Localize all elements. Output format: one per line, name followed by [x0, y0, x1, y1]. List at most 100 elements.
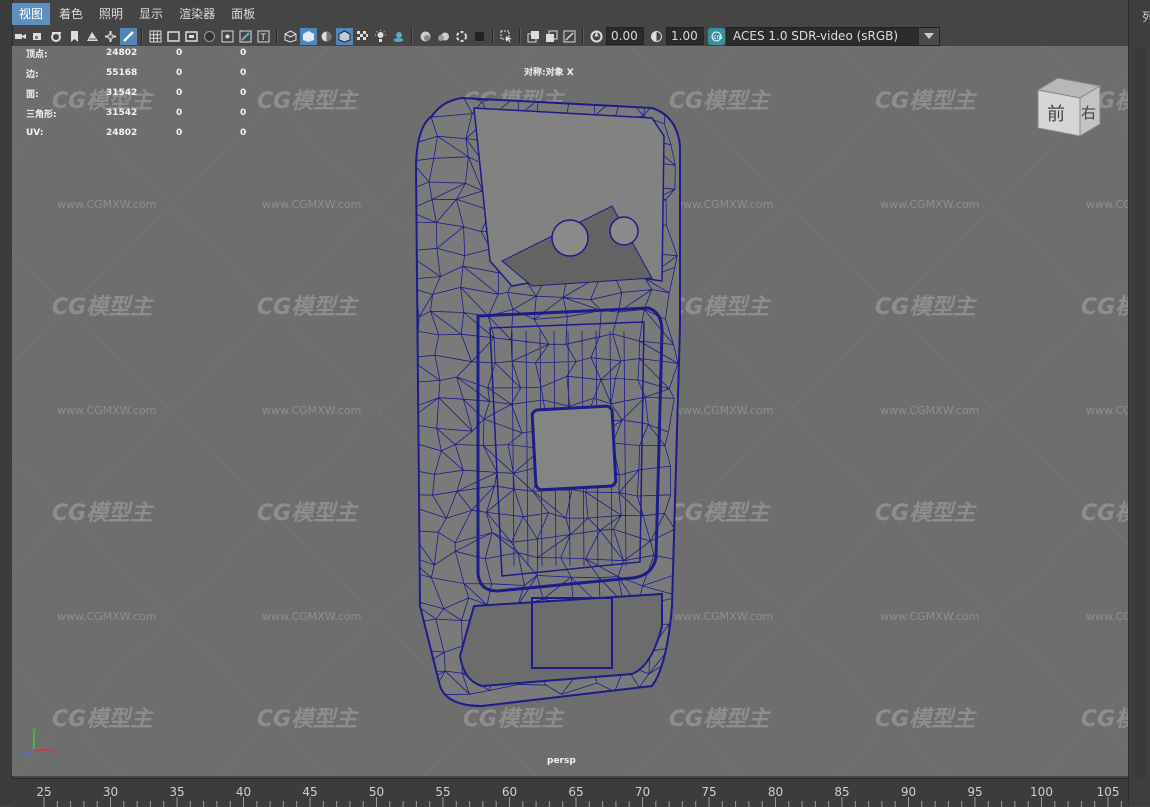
gamma-icon[interactable] [648, 28, 665, 45]
screen-space-ao-icon[interactable] [417, 28, 434, 45]
view-cube-right-label[interactable]: 右 [1081, 104, 1096, 122]
menu-view[interactable]: 视图 [12, 3, 51, 25]
hud-row-edges: 边: 55168 0 0 [26, 63, 280, 83]
toolbar-separator [276, 28, 278, 44]
menu-shading[interactable]: 着色 [52, 3, 90, 25]
timeline-tick-label: 55 [435, 785, 450, 799]
2d-pan-zoom-icon[interactable] [102, 28, 119, 45]
field-chart-icon[interactable] [219, 28, 236, 45]
right-panel-label: 列 [1142, 10, 1150, 24]
hud-value: 0 [240, 108, 247, 118]
hud-label: UV: [26, 128, 44, 138]
time-slider[interactable]: 25 30 35 40 45 50 55 60 65 70 75 80 85 90 95 100 105 [12, 778, 1128, 807]
panel-menu-bar: 视图 着色 照明 显示 渲染器 面板 [12, 3, 1132, 25]
timeline-tick-label: 85 [834, 785, 849, 799]
timeline-tick-label: 95 [967, 785, 982, 799]
toolbar-separator [519, 28, 521, 44]
smooth-shade-icon[interactable] [300, 27, 317, 45]
wireframe-icon[interactable] [282, 28, 299, 45]
timeline-tick-label: 35 [169, 785, 184, 799]
safe-title-icon[interactable]: T [255, 28, 272, 45]
hud-label: 三角形: [26, 109, 57, 120]
hud-value: 55168 [106, 68, 138, 78]
hud-value: 0 [176, 128, 183, 138]
hud-value: 0 [176, 68, 183, 78]
grid-icon[interactable] [147, 28, 164, 45]
timeline-tick-label: 80 [768, 785, 783, 799]
xray-components-icon[interactable] [561, 28, 578, 45]
svg-text:x: x [53, 747, 57, 755]
use-default-material-icon[interactable] [318, 28, 335, 45]
timeline-tick-label: 45 [302, 785, 317, 799]
hud-row-uvs: UV: 24802 0 0 [26, 123, 280, 143]
hud-row-triangles: 三角形: 31542 0 0 [26, 103, 280, 123]
hud-value: 0 [240, 48, 247, 58]
safe-action-icon[interactable] [237, 28, 254, 45]
timeline-tick-label: 30 [103, 785, 118, 799]
maya-application: 视图 着色 照明 显示 渲染器 面板 T 0.00 1.00 cm ACES 1… [0, 0, 1150, 807]
hud-value: 0 [176, 108, 183, 118]
depth-of-field-icon[interactable] [471, 28, 488, 45]
isolate-select-icon[interactable] [498, 28, 515, 45]
image-plane-icon[interactable] [84, 28, 101, 45]
hud-value: 0 [176, 88, 183, 98]
resolution-gate-icon[interactable] [183, 28, 200, 45]
gate-mask-icon[interactable] [201, 28, 218, 45]
motion-blur-icon[interactable] [435, 28, 452, 45]
color-space-value: ACES 1.0 SDR-video (sRGB) [733, 28, 899, 43]
hud-value: 0 [240, 88, 247, 98]
svg-text:cm: cm [713, 34, 722, 41]
timeline-tick-label: 90 [901, 785, 916, 799]
symmetry-status: 对称:对象 X [524, 68, 574, 78]
anti-aliasing-icon[interactable] [453, 28, 470, 45]
view-cube[interactable]: 前 右 [1034, 76, 1102, 138]
color-management-icon[interactable]: cm [708, 27, 725, 45]
time-ruler: 25 30 35 40 45 50 55 60 65 70 75 80 85 90 95 100 105 [36, 785, 1122, 807]
timeline-tick-label: 60 [502, 785, 517, 799]
wireframe-on-shaded-icon[interactable] [336, 27, 353, 45]
timeline-tick-label: 105 [1097, 785, 1120, 799]
menu-show[interactable]: 显示 [132, 3, 170, 25]
axis-gizmo: y x z [22, 726, 57, 756]
timeline-tick-label: 65 [568, 785, 583, 799]
grease-pencil-icon[interactable] [120, 27, 137, 45]
camera-icon[interactable] [12, 28, 29, 45]
film-gate-icon[interactable] [165, 28, 182, 45]
toolbar-separator [411, 28, 413, 44]
poly-count-hud: 顶点: 24802 0 0 边: 55168 0 0 面: 31542 0 0 … [26, 46, 280, 143]
color-space-dropdown[interactable]: ACES 1.0 SDR-video (sRGB) [726, 26, 940, 46]
camera-attributes-icon[interactable] [48, 28, 65, 45]
view-cube-front-label[interactable]: 前 [1047, 104, 1065, 125]
exposure-field[interactable]: 0.00 [606, 27, 644, 45]
svg-text:T: T [260, 33, 267, 43]
shadows-icon[interactable] [390, 28, 407, 45]
hud-row-faces: 面: 31542 0 0 [26, 83, 280, 103]
textured-icon[interactable] [354, 28, 371, 45]
xray-joints-icon[interactable] [543, 28, 560, 45]
hud-value: 0 [176, 48, 183, 58]
camera-lock-icon[interactable] [30, 28, 47, 45]
hud-value: 31542 [106, 108, 138, 118]
gamma-field[interactable]: 1.00 [666, 27, 704, 45]
toolbar-separator [141, 28, 143, 44]
menu-lighting[interactable]: 照明 [92, 3, 130, 25]
svg-text:z: z [22, 750, 26, 756]
camera-name-label: persp [547, 756, 576, 766]
hud-row-vertices: 顶点: 24802 0 0 [26, 46, 280, 63]
hud-value: 31542 [106, 88, 138, 98]
hud-label: 顶点: [26, 49, 48, 60]
exposure-icon[interactable] [588, 28, 605, 45]
wireframe-model [414, 96, 681, 708]
xray-icon[interactable] [525, 28, 542, 45]
bookmark-icon[interactable] [66, 28, 83, 45]
right-scrollbar[interactable] [1134, 48, 1146, 778]
timeline-tick-label: 100 [1030, 785, 1053, 799]
persp-viewport[interactable]: CG模型主 www.CGMXW.com CG模型主 www.CGMXW.com CG模型… [12, 46, 1129, 776]
menu-renderer[interactable]: 渲染器 [172, 3, 222, 25]
use-all-lights-icon[interactable] [372, 28, 389, 45]
hud-value: 24802 [106, 128, 138, 138]
hud-label: 边: [26, 69, 39, 80]
timeline-tick-label: 50 [369, 785, 384, 799]
menu-panels[interactable]: 面板 [224, 3, 262, 25]
timeline-tick-label: 25 [36, 785, 51, 799]
